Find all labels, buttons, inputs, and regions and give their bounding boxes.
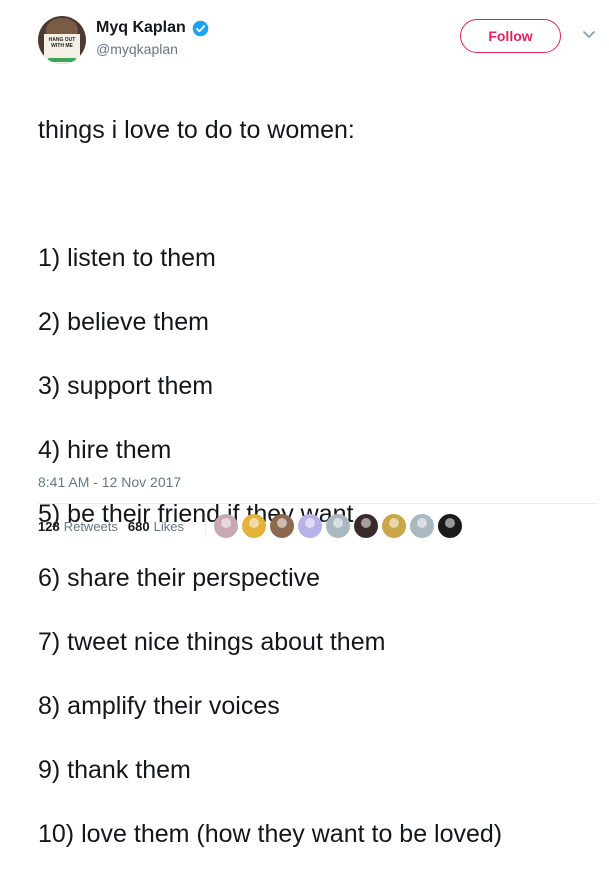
- tweet-line: 8) amplify their voices: [38, 692, 280, 720]
- tweet-line: 10) love them (how they want to be loved…: [38, 820, 503, 848]
- retweets-stat[interactable]: 128 Retweets: [38, 519, 118, 534]
- liker-avatar-1[interactable]: [214, 514, 238, 538]
- tweet-line: [38, 178, 598, 210]
- divider: [38, 503, 598, 504]
- tweet-line: 7) tweet nice things about them: [38, 628, 386, 656]
- avatar-sign: HANG OUT WITH ME: [44, 34, 80, 64]
- tweet-line: 2) believe them: [38, 308, 209, 336]
- retweets-count: 128: [38, 519, 60, 534]
- liker-avatar-7[interactable]: [382, 514, 406, 538]
- follow-button[interactable]: Follow: [460, 19, 561, 53]
- liker-avatar-9[interactable]: [438, 514, 462, 538]
- verified-badge-icon: [192, 20, 209, 36]
- likes-label: Likes: [153, 519, 184, 534]
- chevron-down-icon[interactable]: [582, 30, 596, 40]
- tweet-line: 1) listen to them: [38, 244, 216, 272]
- likes-stat[interactable]: 680 Likes: [128, 519, 184, 534]
- liker-avatar-8[interactable]: [410, 514, 434, 538]
- liker-avatar-2[interactable]: [242, 514, 266, 538]
- liker-avatar-5[interactable]: [326, 514, 350, 538]
- tweet-stats: 128 Retweets 680 Likes: [38, 519, 194, 534]
- display-name[interactable]: Myq Kaplan: [96, 19, 186, 37]
- tweet-line: 3) support them: [38, 372, 214, 400]
- user-handle[interactable]: @myqkaplan: [96, 41, 178, 57]
- tweet-timestamp[interactable]: 8:41 AM - 12 Nov 2017: [38, 474, 181, 490]
- tweet-header: HANG OUT WITH ME Myq Kaplan @myqkaplan F…: [38, 16, 598, 66]
- liker-avatar-4[interactable]: [298, 514, 322, 538]
- tweet-line: things i love to do to women:: [38, 116, 355, 144]
- tweet-line: 4) hire them: [38, 436, 172, 464]
- likes-count: 680: [127, 519, 150, 534]
- tweet-line: 6) share their perspective: [38, 564, 321, 592]
- stats-separator: [205, 514, 206, 538]
- tweet-line: 9) thank them: [38, 756, 191, 784]
- liker-avatar-6[interactable]: [354, 514, 378, 538]
- name-row: Myq Kaplan: [96, 19, 209, 37]
- liker-avatar-3[interactable]: [270, 514, 294, 538]
- avatar[interactable]: HANG OUT WITH ME: [38, 16, 86, 64]
- retweets-label: Retweets: [63, 519, 118, 534]
- liker-avatars: [214, 514, 462, 538]
